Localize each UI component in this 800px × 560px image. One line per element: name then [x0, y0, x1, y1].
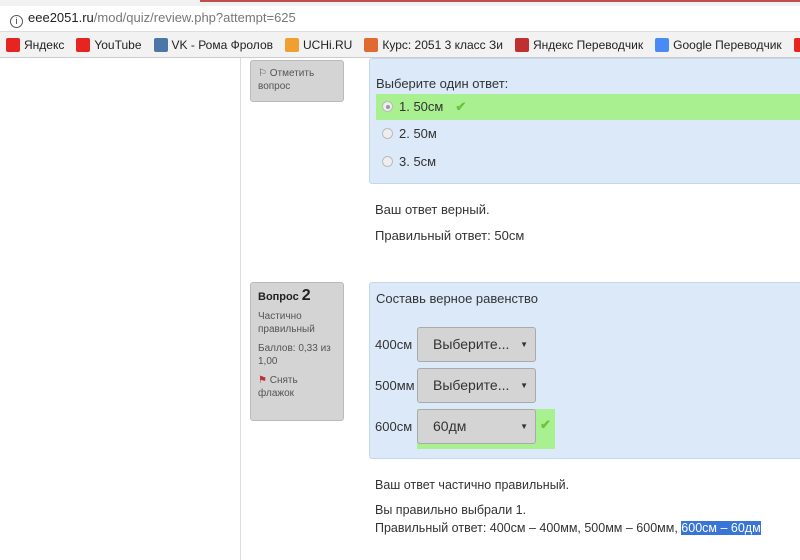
- question-state: Частично правильный: [258, 311, 315, 335]
- bookmark-item[interactable]: Яндекс: [6, 38, 64, 52]
- bookmark-label: YouTube: [94, 38, 142, 52]
- flag-outline-icon[interactable]: ⚐: [258, 68, 267, 79]
- yandex-icon: [6, 38, 20, 52]
- bookmark-label: VK - Рома Фролов: [171, 38, 273, 52]
- row-label: 600см: [375, 419, 413, 434]
- q2-feedback: Ваш ответ частично правильный.: [375, 478, 570, 492]
- question-2-content: Составь верное равенство 400см Выберите.…: [369, 282, 800, 459]
- match-row: 500мм: [375, 368, 415, 404]
- bookmark-label: Яндекс: [24, 38, 65, 52]
- url-path: /mod/quiz/review.php?attempt=625: [93, 10, 296, 25]
- correct-answer-text: Правильный ответ: 400см – 400мм, 500мм –…: [375, 521, 682, 535]
- bookmark-item[interactable]: Яндекс Переводчик: [514, 38, 644, 52]
- option-2[interactable]: 2. 50м: [376, 121, 800, 147]
- info-icon[interactable]: i: [10, 15, 23, 28]
- row-label: 500мм: [375, 378, 415, 393]
- option-3[interactable]: 3. 5см: [376, 149, 800, 175]
- address-bar[interactable]: i eee2051.ru/mod/quiz/review.php?attempt=…: [0, 6, 800, 32]
- question-2-info: Вопрос 2 Частично правильный Баллов: 0,3…: [250, 282, 344, 421]
- dropdown-arrow-icon: ▼: [520, 381, 528, 390]
- question-grade: Баллов: 0,33 из 1,00: [258, 343, 331, 367]
- match-select-3[interactable]: 60дм ▼: [417, 409, 536, 444]
- uchi-icon: [285, 38, 299, 52]
- question-number: 2: [301, 287, 311, 304]
- option-label: 3. 5см: [399, 154, 437, 169]
- select-value: Выберите...: [433, 336, 510, 352]
- select-value: Выберите...: [433, 377, 510, 393]
- bookmark-item[interactable]: Са: [793, 38, 800, 52]
- dropdown-arrow-icon: ▼: [520, 340, 528, 349]
- url-host: eee2051.ru: [28, 10, 94, 25]
- bookmark-item[interactable]: UCHi.RU: [285, 38, 352, 52]
- select-value: 60дм: [433, 418, 467, 434]
- vk-icon: [153, 38, 168, 52]
- option-label: 2. 50м: [399, 126, 437, 141]
- translate-icon: [514, 38, 529, 52]
- question-label: Вопрос: [258, 291, 299, 303]
- bookmark-label: Курс: 2051 3 класс Зи: [382, 38, 503, 52]
- bookmark-item[interactable]: YouTube: [76, 38, 142, 52]
- flag-question-link[interactable]: Отметить вопрос: [258, 68, 314, 92]
- answer-prompt: Выберите один ответ:: [376, 76, 509, 91]
- bookmark-item[interactable]: VK - Рома Фролов: [153, 38, 273, 52]
- radio[interactable]: [382, 101, 393, 112]
- flag-red-icon[interactable]: ⚑: [258, 375, 267, 386]
- bookmark-item[interactable]: Курс: 2051 3 класс Зи: [364, 38, 503, 52]
- match-row: 400см: [375, 327, 412, 363]
- question-1-content: Выберите один ответ: 1. 50см ✔ 2. 50м 3. …: [369, 58, 800, 184]
- bookmark-label: UCHi.RU: [303, 38, 353, 52]
- dropdown-arrow-icon: ▼: [520, 422, 528, 431]
- radio[interactable]: [382, 128, 393, 139]
- q1-correct-answer: Правильный ответ: 50см: [375, 228, 525, 243]
- q2-right-count: Вы правильно выбрали 1.: [375, 503, 527, 517]
- match-select-2[interactable]: Выберите... ▼: [417, 368, 536, 403]
- q1-feedback: Ваш ответ верный.: [375, 202, 490, 217]
- bookmark-item[interactable]: Google Переводчик: [655, 38, 782, 52]
- yandex-icon: [793, 38, 800, 52]
- selected-text: 600см – 60дм: [681, 521, 761, 535]
- check-icon: ✔: [540, 417, 551, 432]
- question-text: Составь верное равенство: [376, 291, 538, 306]
- q2-correct-answer: Правильный ответ: 400см – 400мм, 500мм –…: [375, 521, 761, 535]
- bookmark-label: Яндекс Переводчик: [532, 38, 644, 52]
- row-label: 400см: [375, 337, 413, 352]
- check-icon: ✔: [455, 99, 467, 114]
- radio[interactable]: [382, 156, 393, 167]
- match-row: 600см: [375, 409, 412, 445]
- option-1[interactable]: 1. 50см ✔: [376, 94, 800, 120]
- sidebar-divider: [240, 58, 241, 560]
- match-select-1[interactable]: Выберите... ▼: [417, 327, 536, 362]
- course-icon: [364, 38, 379, 52]
- google-translate-icon: [655, 38, 670, 52]
- youtube-icon: [76, 38, 91, 52]
- question-1-info: ⚐ Отметить вопрос: [250, 60, 344, 102]
- bookmark-label: Google Переводчик: [673, 38, 782, 52]
- bookmarks-bar: Яндекс YouTube VK - Рома Фролов UCHi.RU Курс…: [0, 32, 800, 58]
- option-label: 1. 50см: [399, 99, 444, 114]
